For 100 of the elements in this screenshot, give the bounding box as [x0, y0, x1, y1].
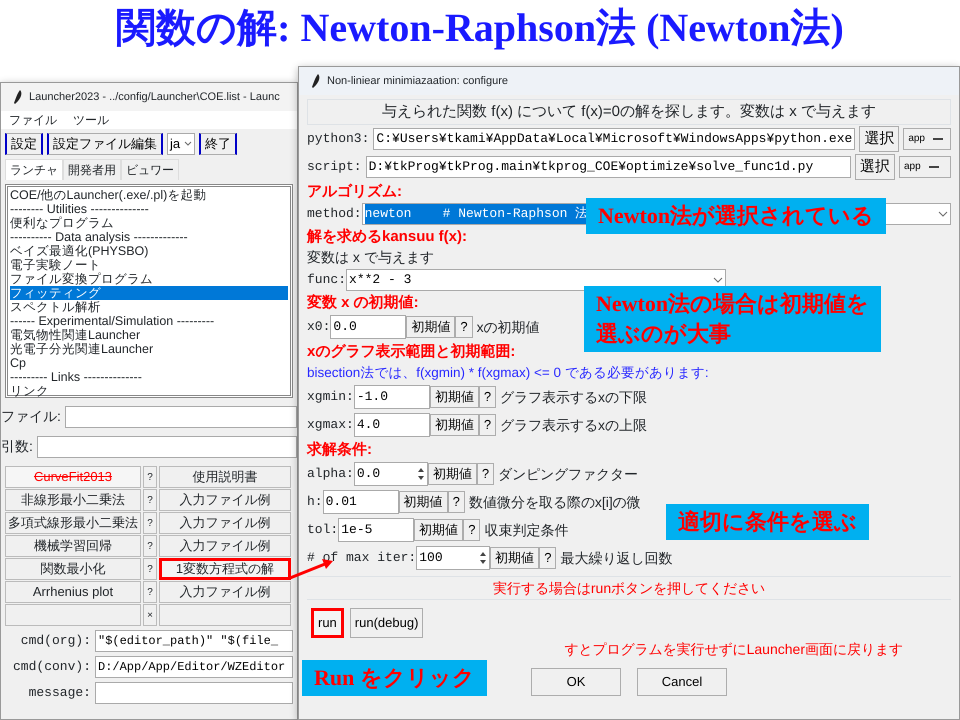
input-field[interactable]: D:/App/App/Editor/WZEditor [95, 656, 293, 678]
slide-title: 関数の解: Newton-Raphson法 (Newton法) [115, 4, 845, 52]
input-field[interactable] [36, 436, 297, 458]
default-button[interactable]: 初期値 [428, 463, 477, 485]
ok-hint: すとプログラムを実行せずにLauncher画面に戻ります [564, 640, 904, 659]
field-description: 最大繰り返し回数 [560, 548, 672, 568]
launch-button[interactable]: 1変数方程式の解 [159, 558, 291, 580]
launch-button[interactable]: 入力ファイル例 [159, 489, 291, 511]
app-dropdown[interactable]: app [903, 128, 951, 150]
list-item[interactable]: ファイル変換プログラム [10, 272, 288, 286]
run-button[interactable]: run(debug) [350, 608, 424, 638]
help-button[interactable]: ? [143, 558, 157, 580]
chevron-icon [713, 277, 724, 283]
default-button[interactable]: 初期値 [414, 519, 464, 541]
launch-button[interactable]: 入力ファイル例 [159, 512, 291, 534]
list-item[interactable]: ベイズ最適化(PHYSBO) [10, 244, 288, 258]
launch-button[interactable]: 関数最小化 [5, 558, 141, 580]
input-field[interactable]: 0.0 [354, 462, 428, 486]
help-button[interactable]: ? [478, 414, 496, 436]
section-heading: xのグラフ表示範囲と初期範囲: [307, 342, 516, 362]
launch-button[interactable]: 機械学習回帰 [5, 535, 141, 557]
default-button[interactable]: 初期値 [398, 491, 448, 513]
app-dropdown[interactable]: app [899, 156, 951, 178]
tab[interactable]: ビュワー [121, 159, 179, 180]
field-label: script: [307, 158, 362, 176]
menu-item[interactable]: ファイル [9, 111, 57, 129]
help-button[interactable]: × [143, 604, 157, 626]
default-button[interactable]: 初期値 [430, 414, 479, 436]
field-label: h: [307, 493, 323, 512]
list-item[interactable]: 電子実験ノート [10, 258, 288, 272]
launch-button[interactable]: 非線形最小二乗法 [5, 489, 141, 511]
help-button[interactable]: ? [143, 581, 157, 603]
menu-item[interactable]: ツール [73, 111, 109, 129]
toolbar-button[interactable]: 設定 [5, 133, 43, 155]
field-description: 数値微分を取る際のx[i]の微 [468, 492, 641, 512]
field-label: func: [307, 271, 346, 290]
help-button[interactable]: ? [463, 519, 480, 541]
list-item[interactable]: Cp [10, 356, 288, 370]
run-hint: 実行する場合はrunボタンを押してください [307, 576, 951, 599]
help-button[interactable]: ? [455, 316, 473, 338]
input-field[interactable]: 4.0 [354, 413, 430, 437]
list-item[interactable]: リンク [10, 384, 288, 398]
input-field[interactable] [64, 406, 297, 428]
list-item[interactable]: --------- Links -------------- [10, 370, 288, 384]
run-button[interactable]: run [311, 608, 344, 638]
pointer-arrow [289, 559, 333, 580]
list-item[interactable]: ---------- Data analysis ------------- [10, 230, 288, 244]
tab[interactable]: ランチャ [5, 159, 63, 180]
launch-button[interactable] [159, 604, 291, 626]
input-field[interactable] [95, 682, 293, 704]
list-item[interactable]: 光電子分光関連Launcher [10, 342, 288, 356]
input-field[interactable]: 100 [416, 546, 490, 570]
list-item[interactable]: 便利なプログラム [10, 216, 288, 230]
list-item[interactable]: COE/他のLauncher(.exe/.pl)を起動 [10, 188, 288, 202]
help-button[interactable]: ? [143, 489, 157, 511]
list-item[interactable]: フィッティング [10, 286, 288, 300]
chevron-icon [184, 141, 192, 147]
input-field[interactable]: D:¥tkProg¥tkProg.main¥tkprog_COE¥optimize¥solve_func1d.py [366, 156, 851, 178]
note-text: bisection法では、f(xgmin) * f(xgmax) <= 0 である必要があります: [307, 364, 709, 382]
function-combobox[interactable]: x**2 - 3 [346, 269, 726, 291]
input-field[interactable]: -1.0 [354, 385, 430, 409]
feather-icon [11, 89, 23, 105]
help-button[interactable]: ? [478, 386, 496, 408]
field-description: グラフ表示するxの上限 [500, 416, 648, 434]
input-field[interactable]: C:¥Users¥tkami¥AppData¥Local¥Microsoft¥WindowsApps¥python.exe [373, 128, 856, 150]
field-description: グラフ表示するxの下限 [500, 388, 648, 406]
select-button[interactable]: 選択 [859, 126, 900, 152]
help-button[interactable]: ? [448, 491, 465, 513]
launch-button[interactable] [5, 604, 141, 626]
help-button[interactable]: ? [143, 535, 157, 557]
dropdown-icon [933, 137, 943, 141]
default-button[interactable]: 初期値 [490, 547, 540, 569]
field-label: cmd(conv): [12, 658, 91, 676]
field-label: xgmin: [307, 388, 354, 406]
feather-icon [309, 73, 321, 89]
list-item[interactable]: ------ Experimental/Simulation --------- [10, 314, 288, 328]
list-item[interactable]: スペクトル解析 [10, 300, 288, 314]
dialog-button[interactable]: OK [531, 668, 621, 696]
launch-button[interactable]: 多項式線形最小二乗法 [5, 512, 141, 534]
input-field[interactable]: "$(editor_path)" "$(file_ [95, 630, 293, 652]
input-field[interactable]: 0.01 [322, 490, 399, 514]
default-button[interactable]: 初期値 [430, 386, 479, 408]
list-item[interactable]: 電気物性関連Launcher [10, 328, 288, 342]
language-dropdown[interactable]: ja [167, 133, 196, 155]
select-button[interactable]: 選択 [855, 154, 895, 180]
section-heading: 求解条件: [307, 440, 372, 460]
tab[interactable]: 開発者用 [63, 159, 121, 180]
help-button[interactable]: ? [539, 547, 556, 569]
input-field[interactable]: 1e-5 [338, 518, 414, 542]
launch-button[interactable]: Arrhenius plot [5, 581, 141, 603]
default-button[interactable]: 初期値 [406, 316, 456, 338]
toolbar-button[interactable]: 終了 [199, 133, 238, 155]
help-button[interactable]: ? [476, 463, 494, 485]
input-field[interactable]: 0.0 [330, 315, 406, 339]
list-item[interactable]: -------- Utilities -------------- [10, 202, 288, 216]
launch-button[interactable]: 入力ファイル例 [159, 535, 291, 557]
help-button[interactable]: ? [143, 512, 157, 534]
launch-button[interactable]: 入力ファイル例 [159, 581, 291, 603]
dialog-button[interactable]: Cancel [637, 668, 727, 696]
toolbar-button[interactable]: 設定ファイル編集 [47, 133, 163, 155]
